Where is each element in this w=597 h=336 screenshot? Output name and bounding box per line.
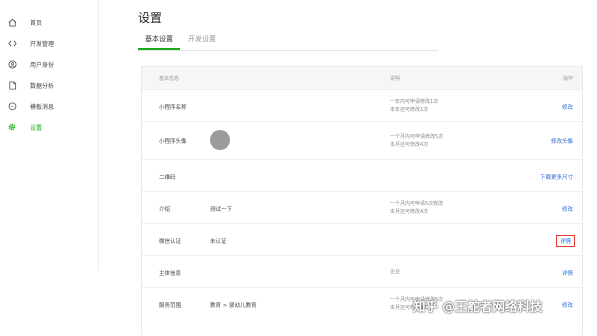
message-icon: [7, 101, 17, 111]
tab-dev-settings[interactable]: 开发设置: [188, 34, 216, 44]
sidebar-item-dev-management[interactable]: 开发管理: [0, 35, 98, 51]
row-label: 主体信息: [159, 271, 182, 277]
row-value: 教育 > 婴幼儿教育: [210, 303, 257, 309]
home-icon: [7, 17, 17, 27]
settings-table: 基本信息 说明 操作 小程序名称 一年内可申请修改1次 本年还可修改1次 修改 …: [141, 66, 583, 335]
sidebar-item-label: 设置: [30, 124, 43, 132]
sidebar: 首页 开发管理 用户身份 数据分析 模板消息 设置: [0, 0, 99, 270]
row-label: 服务范围: [159, 303, 182, 309]
sidebar-item-template-message[interactable]: 模板消息: [0, 98, 98, 114]
column-header-info: 基本信息: [159, 76, 180, 82]
edit-scope-link[interactable]: 修改: [562, 301, 573, 309]
row-value: 未认证: [210, 239, 227, 245]
table-row: 小程序名称 一年内可申请修改1次 本年还可修改1次 修改: [142, 89, 582, 122]
tab-divider: [138, 50, 438, 51]
column-header-op: 操作: [562, 76, 573, 82]
row-desc-line2: 本月还可修改4次: [390, 209, 429, 215]
download-qrcode-link[interactable]: 下载更多尺寸: [540, 173, 573, 181]
table-row: 微信认证 未认证 详情: [142, 223, 582, 256]
entity-details-link[interactable]: 详情: [562, 269, 573, 277]
edit-name-link[interactable]: 修改: [562, 103, 573, 111]
table-row: 主体信息 企业 详情: [142, 255, 582, 288]
code-icon: [7, 38, 17, 48]
user-icon: [7, 59, 17, 69]
column-header-desc: 说明: [390, 76, 401, 82]
row-desc-line2: 本年还可修改1次: [390, 107, 429, 113]
row-label: 微信认证: [159, 239, 182, 245]
sidebar-item-label: 首页: [30, 19, 43, 27]
gear-icon: [7, 122, 17, 132]
row-label: 小程序名称: [159, 105, 187, 111]
row-desc-line1: 一个月内可申请修改5次: [390, 134, 444, 140]
sidebar-item-label: 开发管理: [30, 40, 55, 48]
sidebar-item-label: 模板消息: [30, 103, 55, 111]
avatar: [210, 130, 230, 150]
table-header: 基本信息 说明 操作: [142, 67, 582, 89]
row-label: 二维码: [159, 175, 176, 181]
sidebar-item-label: 用户身份: [30, 61, 55, 69]
tab-basic-settings[interactable]: 基本设置: [145, 34, 173, 44]
table-row: 小程序头像 一个月内可申请修改5次 本月还可修改4次 修改头像: [142, 121, 582, 160]
page-title: 设置: [138, 11, 163, 25]
row-label: 介绍: [159, 207, 171, 213]
sidebar-item-user-identity[interactable]: 用户身份: [0, 56, 98, 72]
sidebar-item-data-analysis[interactable]: 数据分析: [0, 77, 98, 93]
sidebar-item-settings[interactable]: 设置: [0, 119, 98, 135]
row-label: 小程序头像: [159, 139, 187, 145]
verification-details-link[interactable]: 详情: [555, 235, 575, 247]
sidebar-item-home[interactable]: 首页: [0, 14, 98, 30]
row-desc-line1: 一年内可申请修改1次: [390, 99, 439, 105]
row-desc-line1: 一个月内可申请5次修改: [390, 201, 444, 207]
row-value: 测试一下: [210, 207, 233, 213]
edit-intro-link[interactable]: 修改: [562, 205, 573, 213]
row-desc-line1: 企业: [390, 269, 401, 275]
watermark: 知乎 @王舵者网络科技: [413, 299, 543, 314]
table-row: 介绍 测试一下 一个月内可申请5次修改 本月还可修改4次 修改: [142, 191, 582, 224]
sidebar-item-label: 数据分析: [30, 82, 55, 90]
table-row: 二维码 下载更多尺寸: [142, 159, 582, 192]
document-icon: [7, 80, 17, 90]
row-desc-line2: 本月还可修改4次: [390, 142, 429, 148]
edit-avatar-link[interactable]: 修改头像: [551, 137, 573, 145]
